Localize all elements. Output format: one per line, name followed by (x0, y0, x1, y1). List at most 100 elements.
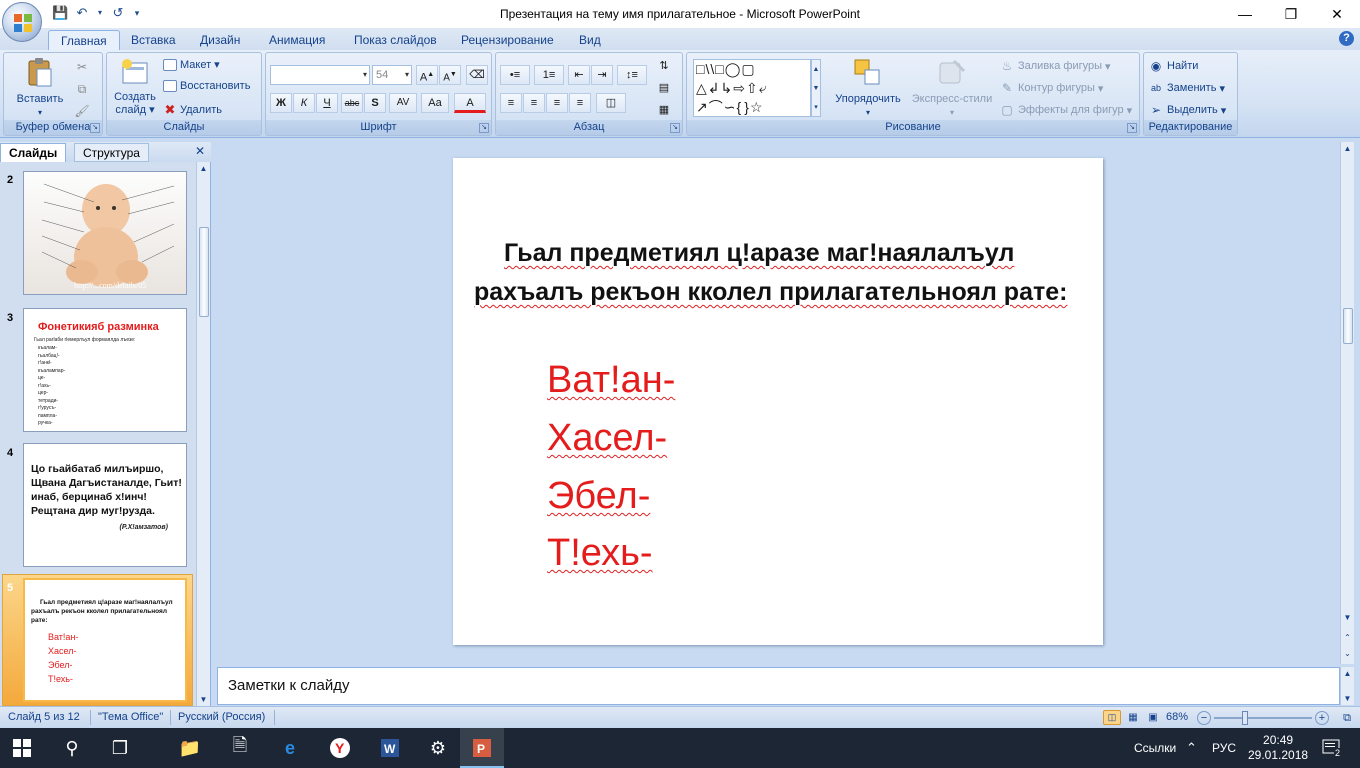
italic-button[interactable]: К (293, 93, 315, 113)
clear-format-icon[interactable]: ⌫ (466, 65, 488, 85)
slide-thumbnail-3[interactable]: Фонетикияб разминка Гьал рагlаби гlемерл… (23, 308, 187, 432)
scroll-thumb[interactable] (1343, 308, 1353, 344)
word-icon[interactable]: W (376, 734, 404, 762)
shape-outline-button[interactable]: ✎ Контур фигуры ▾ (999, 80, 1103, 96)
scroll-down-icon[interactable]: ▼ (1341, 692, 1354, 705)
notes-scrollbar[interactable]: ▲ ▼ (1340, 667, 1354, 705)
maximize-icon[interactable]: ❐ (1268, 0, 1314, 28)
copy-icon[interactable]: ⧉ (74, 81, 90, 97)
increase-indent-icon[interactable]: ⇥ (591, 65, 613, 85)
scroll-up-icon[interactable]: ▲ (1341, 667, 1354, 680)
blank-document-icon[interactable]: 🗎 (226, 734, 254, 762)
tab-outline[interactable]: Структура (74, 143, 149, 162)
cut-icon[interactable]: ✂ (74, 59, 90, 75)
font-launcher-icon[interactable]: ↘ (479, 123, 489, 133)
justify-icon[interactable]: ≡ (569, 93, 591, 113)
slide-word-1[interactable]: Ват!ан- (547, 352, 675, 408)
fit-to-window-icon[interactable]: ⧉ (1338, 710, 1356, 725)
next-slide-icon[interactable]: ⌄ (1341, 647, 1354, 660)
tab-review[interactable]: Рецензирование (449, 30, 566, 50)
edge-browser-icon[interactable]: e (276, 734, 304, 762)
links-toolbar[interactable]: Ссылки (1134, 728, 1176, 768)
shape-effects-button[interactable]: ▢ Эффекты для фигур ▾ (999, 102, 1132, 118)
file-explorer-icon[interactable]: 📁 (176, 734, 204, 762)
previous-slide-icon[interactable]: ⌃ (1341, 631, 1354, 644)
yandex-browser-icon[interactable]: Y (326, 734, 354, 762)
align-left-icon[interactable]: ≡ (500, 93, 522, 113)
minimize-icon[interactable]: — (1222, 0, 1268, 28)
windows-start-icon[interactable] (8, 734, 36, 762)
zoom-level[interactable]: 68% (1166, 711, 1188, 723)
scroll-up-icon[interactable]: ▲ (1341, 142, 1354, 155)
tab-insert[interactable]: Вставка (119, 30, 188, 50)
shapes-gallery[interactable]: □\\□◯▢ △↲↳⇨⇧⤶ ↗⌒∽{ }☆ (693, 59, 811, 117)
office-button[interactable] (2, 2, 42, 42)
action-center-icon[interactable]: 2 (1322, 728, 1342, 768)
select-button[interactable]: ➢ Выделить ▾ (1148, 102, 1226, 118)
slide-thumbnail-2[interactable]: http://...com/details/05 (23, 171, 187, 295)
align-right-icon[interactable]: ≡ (546, 93, 568, 113)
task-view-icon[interactable]: ❐ (106, 734, 134, 762)
align-text-icon[interactable]: ▤ (654, 79, 674, 99)
zoom-in-icon[interactable]: + (1315, 711, 1329, 725)
slide-word-3[interactable]: Эбел- (547, 468, 650, 524)
shadow-button[interactable]: S (364, 93, 386, 113)
scroll-up-icon[interactable]: ▲ (197, 162, 210, 175)
control-panel-icon[interactable]: ⚙ (424, 734, 452, 762)
notes-pane[interactable]: Заметки к слайду (217, 667, 1340, 705)
arrange-button[interactable]: Упорядочить ▾ (829, 57, 907, 119)
tab-slideshow[interactable]: Показ слайдов (342, 30, 449, 50)
close-icon[interactable]: ✕ (1314, 0, 1360, 28)
scroll-down-icon[interactable]: ▼ (197, 693, 210, 706)
slide-heading[interactable]: Гьал предметиял ц!аразе маг!наялалъул ра… (474, 234, 1089, 312)
slide-thumbnail-4[interactable]: Цо гьайбатаб милъиршо, Щвана Дагъистанал… (23, 443, 187, 567)
scroll-thumb[interactable] (199, 227, 209, 317)
reset-button[interactable]: Восстановить (163, 80, 250, 92)
help-icon[interactable]: ? (1339, 31, 1354, 46)
columns-icon[interactable]: ◫ (596, 93, 626, 113)
format-painter-icon[interactable]: 🖌 (74, 103, 90, 119)
font-size-select[interactable]: 54 ▾ (372, 65, 412, 85)
shapes-gallery-scroll[interactable]: ▲ ▼ ▾ (811, 59, 821, 117)
theme-name[interactable]: "Тема Office" (98, 711, 163, 723)
tab-slides[interactable]: Слайды (0, 143, 67, 162)
tab-design[interactable]: Дизайн (188, 30, 252, 50)
line-spacing-icon[interactable]: ↕≡ (617, 65, 647, 85)
keyboard-language[interactable]: РУС (1212, 728, 1236, 768)
bullets-icon[interactable]: •≡ (500, 65, 530, 85)
char-spacing-button[interactable]: AV (389, 93, 417, 113)
tray-expand-icon[interactable]: ⌃ (1186, 728, 1197, 768)
new-slide-button[interactable]: Создать слайд ▾ (111, 57, 159, 117)
delete-slide-button[interactable]: ✖ Удалить (163, 102, 222, 118)
zoom-slider-track[interactable] (1214, 717, 1312, 719)
slide-sorter-icon[interactable]: ▦ (1124, 710, 1142, 725)
slide-word-2[interactable]: Хасел- (547, 410, 667, 466)
slide-thumbnail-5[interactable]: Гьал предметиял ц!аразе маг!наялалъул ра… (23, 578, 187, 702)
scroll-down-icon[interactable]: ▼ (1341, 611, 1354, 624)
font-name-select[interactable]: ▾ (270, 65, 370, 85)
grow-font-icon[interactable]: A▲ (416, 65, 438, 85)
quick-styles-button[interactable]: Экспресс-стили ▾ (909, 57, 995, 119)
tab-view[interactable]: Вид (567, 30, 613, 50)
thumbnails-scrollbar[interactable]: ▲ ▼ (196, 162, 210, 706)
smartart-icon[interactable]: ▦ (654, 101, 674, 121)
strikethrough-button[interactable]: abc (341, 93, 363, 113)
align-center-icon[interactable]: ≡ (523, 93, 545, 113)
find-button[interactable]: ◉ Найти (1148, 58, 1199, 74)
close-pane-icon[interactable]: ✕ (195, 144, 205, 158)
layout-button[interactable]: Макет ▾ (163, 58, 220, 71)
change-case-button[interactable]: Aa (421, 93, 449, 113)
shape-fill-button[interactable]: ♨ Заливка фигуры ▾ (999, 58, 1111, 74)
font-color-button[interactable]: A (454, 93, 486, 113)
decrease-indent-icon[interactable]: ⇤ (568, 65, 590, 85)
zoom-slider-thumb[interactable] (1242, 711, 1248, 725)
language-indicator[interactable]: Русский (Россия) (178, 711, 265, 723)
tab-home[interactable]: Главная (48, 30, 120, 50)
clipboard-launcher-icon[interactable]: ↘ (90, 123, 100, 133)
clock[interactable]: 20:49 29.01.2018 (1248, 728, 1308, 768)
paste-button[interactable]: Вставить ▾ (12, 57, 68, 119)
numbering-icon[interactable]: 1≡ (534, 65, 564, 85)
slideshow-view-icon[interactable]: ▣ (1144, 710, 1162, 725)
slide-word-4[interactable]: Т!ехь- (547, 525, 653, 581)
current-slide[interactable]: Гьал предметиял ц!аразе маг!наялалъул ра… (453, 158, 1103, 645)
